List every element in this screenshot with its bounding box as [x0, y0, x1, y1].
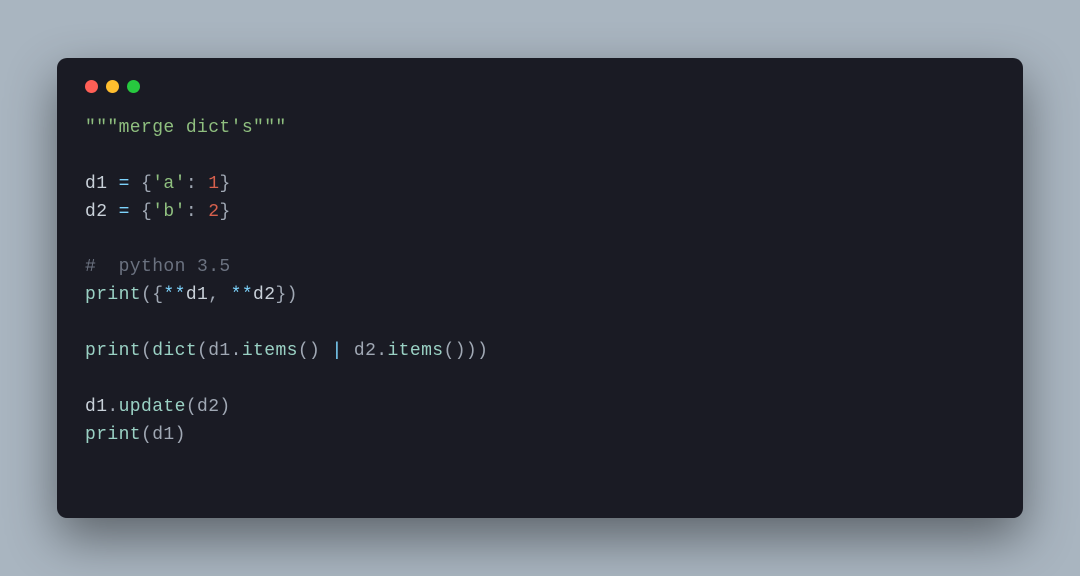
close-icon[interactable] [85, 80, 98, 93]
code-token-op: = [119, 174, 130, 194]
code-line: d2 = {'b': 2} [85, 199, 995, 227]
code-token-punc: ({ [141, 285, 163, 305]
code-token-punc: () [298, 341, 332, 361]
code-token-op: ** [231, 285, 253, 305]
code-token-punc: (d2) [186, 397, 231, 417]
code-token-id: d1 [186, 285, 208, 305]
code-block: """merge dict's""" d1 = {'a': 1}d2 = {'b… [85, 115, 995, 450]
code-token-punc: . [107, 397, 118, 417]
code-token-fn: print [85, 285, 141, 305]
maximize-icon[interactable] [127, 80, 140, 93]
code-token-punc: }) [275, 285, 297, 305]
code-line: d1.update(d2) [85, 394, 995, 422]
code-token-id: d2 [85, 202, 119, 222]
code-line [85, 227, 995, 255]
code-line: print(dict(d1.items() | d2.items())) [85, 338, 995, 366]
code-line [85, 366, 995, 394]
code-token-fn: items [387, 341, 443, 361]
code-token-punc: { [130, 174, 152, 194]
code-token-fn: update [119, 397, 186, 417]
code-token-fn: items [242, 341, 298, 361]
code-token-fn: print [85, 341, 141, 361]
code-token-punc: { [130, 202, 152, 222]
code-token-str: 'a' [152, 174, 186, 194]
code-token-op: = [119, 202, 130, 222]
code-token-num: 1 [208, 174, 219, 194]
code-token-op: ** [163, 285, 185, 305]
code-token-punc: : [186, 202, 208, 222]
code-token-punc: . [376, 341, 387, 361]
code-token-num: 2 [208, 202, 219, 222]
code-token-fn: print [85, 425, 141, 445]
window-controls [85, 80, 995, 93]
code-token-punc: (d1 [197, 341, 231, 361]
code-token-punc: , [208, 285, 230, 305]
code-line: print(d1) [85, 422, 995, 450]
code-token-cmt: # python 3.5 [85, 257, 231, 277]
code-line: """merge dict's""" [85, 115, 995, 143]
code-token-punc: } [219, 174, 230, 194]
code-token-punc: ())) [444, 341, 489, 361]
code-line [85, 143, 995, 171]
code-token-str: 'b' [152, 202, 186, 222]
code-token-fn: dict [152, 341, 197, 361]
code-token-id: d1 [85, 397, 107, 417]
code-line: d1 = {'a': 1} [85, 171, 995, 199]
code-token-op: | [331, 341, 342, 361]
code-line [85, 310, 995, 338]
code-token-str: """merge dict's""" [85, 118, 287, 138]
code-token-punc: . [231, 341, 242, 361]
code-token-id: d1 [85, 174, 119, 194]
code-token-punc: d2 [343, 341, 377, 361]
code-token-punc: : [186, 174, 208, 194]
code-token-punc: ( [141, 341, 152, 361]
code-token-punc: (d1) [141, 425, 186, 445]
code-token-punc: } [219, 202, 230, 222]
code-window: """merge dict's""" d1 = {'a': 1}d2 = {'b… [57, 58, 1023, 518]
minimize-icon[interactable] [106, 80, 119, 93]
code-line: print({**d1, **d2}) [85, 282, 995, 310]
code-token-id: d2 [253, 285, 275, 305]
code-line: # python 3.5 [85, 254, 995, 282]
